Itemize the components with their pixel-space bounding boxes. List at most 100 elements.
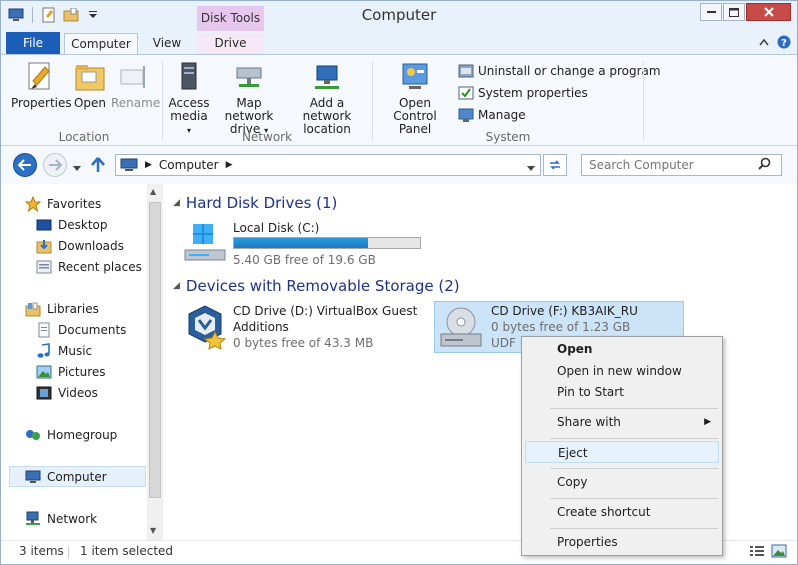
- open-control-panel-button[interactable]: Open Control Panel: [377, 61, 453, 136]
- tab-computer[interactable]: Computer: [64, 33, 138, 55]
- add-network-location-button[interactable]: Add a network location: [287, 61, 367, 136]
- window-title: Computer: [361, 6, 437, 24]
- ribbon: Properties Open Rename Location Access m…: [1, 54, 797, 146]
- menu-item-copy[interactable]: Copy: [525, 471, 719, 493]
- hard-disk-drives-header[interactable]: ◢ Hard Disk Drives (1): [173, 194, 337, 212]
- scrollbar-thumb[interactable]: [149, 202, 161, 498]
- drive-name-line-2: Additions: [233, 320, 289, 334]
- nav-item-libraries[interactable]: Libraries: [25, 300, 99, 318]
- menu-item-create-shortcut[interactable]: Create shortcut: [525, 501, 719, 523]
- back-button[interactable]: [13, 153, 37, 177]
- nav-label: Videos: [58, 386, 98, 400]
- search-icon[interactable]: [758, 157, 771, 173]
- network-location-icon: [311, 61, 343, 93]
- title-bar: Disk Tools Computer: [1, 1, 797, 32]
- menu-item-eject[interactable]: Eject: [525, 441, 719, 463]
- nav-item-network[interactable]: Network: [25, 510, 97, 528]
- window-controls: [700, 3, 791, 21]
- address-history-dropdown[interactable]: [527, 161, 535, 175]
- minimize-button[interactable]: [700, 3, 722, 21]
- address-bar[interactable]: ▶ Computer ▶: [115, 154, 541, 176]
- nav-label: Downloads: [58, 239, 124, 253]
- drive-local-disk-c[interactable]: Local Disk (C:) 5.40 GB free of 19.6 GB: [181, 220, 433, 270]
- nav-item-favorites[interactable]: Favorites: [25, 195, 101, 213]
- access-media-label-2: media: [170, 109, 208, 123]
- close-button[interactable]: [746, 3, 791, 21]
- breadcrumb-chevron-icon[interactable]: ▶: [145, 160, 152, 170]
- documents-icon: [36, 322, 52, 338]
- breadcrumb-computer[interactable]: Computer: [159, 158, 219, 172]
- menu-item-share-with[interactable]: Share with ▶: [525, 411, 719, 433]
- ribbon-options: ?: [759, 35, 791, 52]
- nav-item-desktop[interactable]: Desktop: [36, 216, 108, 234]
- submenu-arrow-icon: ▶: [704, 417, 711, 427]
- disk-usage-bar: [233, 237, 421, 249]
- maximize-button[interactable]: [723, 3, 745, 21]
- system-properties-icon: [458, 85, 474, 101]
- minimize-ribbon-icon[interactable]: [759, 35, 769, 52]
- menu-item-pin-to-start[interactable]: Pin to Start: [525, 381, 719, 403]
- control-panel-label-1: Open Control: [393, 96, 437, 123]
- scroll-up-icon[interactable]: ▲: [150, 187, 156, 196]
- explorer-window: Disk Tools Computer File Computer View D…: [0, 0, 798, 565]
- menu-item-open-new-window[interactable]: Open in new window: [525, 360, 719, 382]
- breadcrumb-chevron-icon[interactable]: ▶: [226, 160, 233, 170]
- menu-item-properties[interactable]: Properties: [525, 531, 719, 553]
- tab-view[interactable]: View: [142, 33, 192, 55]
- nav-item-pictures[interactable]: Pictures: [36, 363, 106, 381]
- forward-button[interactable]: [43, 153, 67, 177]
- uninstall-program-button[interactable]: Uninstall or change a program: [458, 63, 661, 79]
- computer-icon: [25, 469, 41, 485]
- libraries-icon: [25, 301, 41, 317]
- manage-button[interactable]: Manage: [458, 107, 526, 123]
- nav-item-homegroup[interactable]: Homegroup: [25, 426, 117, 444]
- menu-item-open[interactable]: Open: [525, 338, 719, 360]
- nav-scrollbar[interactable]: ▲ ▼: [147, 184, 163, 540]
- group-header-label: Hard Disk Drives (1): [185, 194, 338, 212]
- nav-label: Computer: [47, 470, 107, 484]
- control-panel-icon: [399, 61, 431, 93]
- map-drive-label-1: Map network: [224, 96, 274, 123]
- tab-drive[interactable]: Drive: [197, 33, 264, 55]
- open-label: Open: [73, 96, 107, 110]
- recent-places-icon: [36, 259, 52, 275]
- nav-item-computer[interactable]: Computer: [25, 468, 107, 486]
- access-media-button[interactable]: Access media ▾: [167, 61, 211, 137]
- nav-item-downloads[interactable]: Downloads: [36, 237, 124, 255]
- nav-label: Recent places: [58, 260, 142, 274]
- menu-separator: [550, 528, 718, 529]
- search-input[interactable]: [582, 155, 758, 175]
- properties-button[interactable]: Properties: [11, 61, 72, 110]
- large-icons-view-icon[interactable]: [771, 544, 787, 561]
- add-location-label-1: Add a network: [302, 96, 352, 123]
- nav-item-recent-places[interactable]: Recent places: [36, 258, 142, 276]
- help-icon[interactable]: ?: [777, 35, 791, 52]
- nav-item-videos[interactable]: Videos: [36, 384, 98, 402]
- recent-locations-dropdown[interactable]: [73, 161, 81, 175]
- properties-icon: [24, 61, 56, 93]
- nav-item-music[interactable]: Music: [36, 342, 92, 360]
- drive-name-line-1: CD Drive (D:) VirtualBox Guest: [233, 304, 418, 318]
- context-menu: Open Open in new window Pin to Start Sha…: [521, 336, 723, 556]
- drive-free-space: 5.40 GB free of 19.6 GB: [233, 253, 376, 267]
- nav-item-documents[interactable]: Documents: [36, 321, 126, 339]
- scroll-down-icon[interactable]: ▼: [150, 526, 156, 535]
- open-button[interactable]: Open: [71, 61, 109, 110]
- rename-button[interactable]: Rename: [111, 61, 160, 110]
- up-button[interactable]: [91, 157, 105, 176]
- manage-label: Manage: [478, 108, 526, 122]
- menu-separator: [550, 408, 718, 409]
- map-network-drive-button[interactable]: Map network drive ▾: [213, 61, 285, 137]
- details-view-icon[interactable]: [749, 544, 765, 561]
- group-label-network: Network: [241, 130, 293, 144]
- drive-cd-d[interactable]: CD Drive (D:) VirtualBox Guest Additions…: [181, 302, 433, 354]
- tab-file[interactable]: File: [6, 32, 60, 54]
- network-drive-icon: [233, 61, 265, 93]
- system-properties-button[interactable]: System properties: [458, 85, 588, 101]
- refresh-button[interactable]: [543, 154, 567, 176]
- star-icon: [25, 196, 41, 212]
- group-separator: [372, 61, 373, 141]
- collapse-arrow-icon[interactable]: ◢: [173, 198, 180, 208]
- removable-storage-header[interactable]: ◢ Devices with Removable Storage (2): [173, 277, 460, 295]
- collapse-arrow-icon[interactable]: ◢: [173, 281, 180, 291]
